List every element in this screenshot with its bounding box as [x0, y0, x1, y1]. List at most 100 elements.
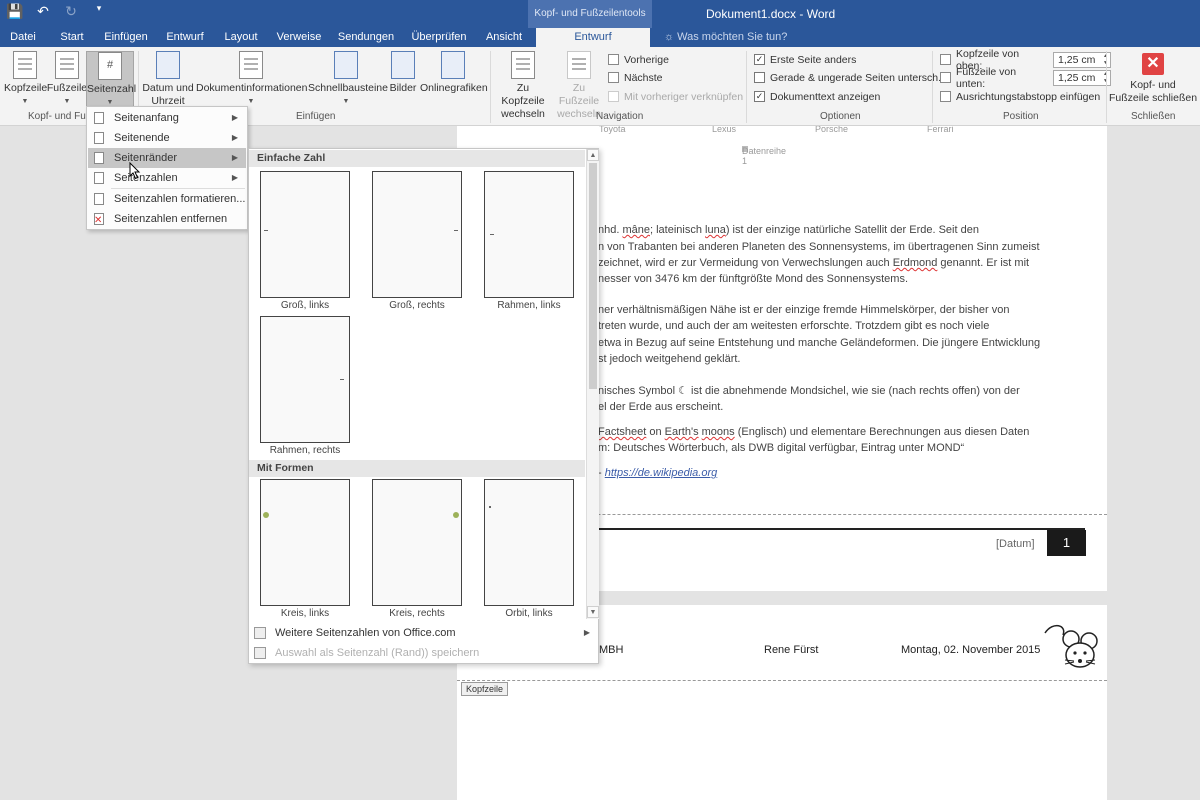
- group-label-optionen: Optionen: [820, 111, 861, 122]
- close-icon: ✕: [1142, 53, 1164, 75]
- gallery-thumb-gross-links[interactable]: Groß, links: [260, 171, 350, 311]
- checkbox-checked[interactable]: ✓: [754, 91, 765, 102]
- tell-me-search[interactable]: ☼ Was möchten Sie tun?: [664, 28, 787, 47]
- tab-ansicht[interactable]: Ansicht: [478, 28, 530, 47]
- chart-category-label: Toyota: [599, 126, 626, 134]
- remove-icon: [94, 211, 104, 231]
- thumb-preview: [260, 479, 350, 606]
- body-line: ner verhältnismäßigen Nähe ist er der ei…: [598, 304, 1010, 316]
- lightbulb-icon: ☼: [664, 31, 678, 43]
- tabstopp-button[interactable]: Ausrichtungstabstopp einfügen: [940, 88, 1100, 105]
- link-icon: [608, 91, 619, 102]
- group-separator: [490, 51, 491, 123]
- gallery-scrollbar[interactable]: ▲ ▼: [586, 149, 599, 619]
- seitenraender-gallery: Einfache Zahl Groß, links Groß, rechts R…: [248, 148, 599, 664]
- fusszeile-button[interactable]: Fußzeile ▼: [46, 51, 88, 108]
- document-info-icon: [239, 51, 263, 79]
- kopfzeile-tag: Kopfzeile: [461, 682, 509, 696]
- header-company[interactable]: MBH: [599, 644, 623, 656]
- scroll-down-icon[interactable]: ▼: [587, 606, 599, 618]
- context-tools-label: Kopf- und Fußzeilentools: [528, 0, 652, 28]
- onlinegrafiken-button[interactable]: Onlinegrafiken: [420, 51, 488, 95]
- tab-datei[interactable]: Datei: [4, 28, 42, 47]
- group-label-einfuegen: Einfügen: [296, 111, 336, 122]
- header-date[interactable]: Montag, 02. November 2015: [901, 644, 1040, 656]
- gallery-thumb-rahmen-links[interactable]: Rahmen, links: [484, 171, 574, 311]
- gallery-thumb-rahmen-rechts[interactable]: Rahmen, rechts: [260, 316, 350, 456]
- body-line: m: Deutsches Wörterbuch, als DWB digital…: [598, 442, 965, 454]
- undo-icon[interactable]: ↶: [34, 3, 52, 20]
- calendar-icon: [156, 51, 180, 79]
- number-mark: [264, 230, 268, 231]
- gallery-thumb-kreis-rechts[interactable]: Kreis, rechts: [372, 479, 462, 619]
- kopfzeile-von-oben-input[interactable]: 1,25 cm: [1053, 51, 1111, 68]
- kopfzeile-button[interactable]: Kopfzeile ▼: [4, 51, 47, 108]
- gallery-thumb-gross-rechts[interactable]: Groß, rechts: [372, 171, 462, 311]
- save-selection-item[interactable]: Auswahl als Seitenzahl (Rand)) speichern: [249, 643, 598, 663]
- checkbox-unchecked[interactable]: [754, 72, 765, 83]
- header-author[interactable]: Rene Fürst: [764, 644, 818, 656]
- dokumentinformationen-button[interactable]: Dokumentinformationen ▼: [196, 51, 307, 108]
- redo-icon[interactable]: ↻: [62, 3, 80, 20]
- footer-icon: [55, 51, 79, 79]
- menu-item-formatieren[interactable]: Seitenzahlen formatieren...: [88, 189, 246, 209]
- menu-item-seitenanfang[interactable]: Seitenanfang ▶: [88, 108, 246, 128]
- thumb-preview: [484, 171, 574, 298]
- body-line: - https://de.wikipedia.org: [598, 467, 718, 479]
- scroll-up-icon[interactable]: ▲: [587, 149, 599, 161]
- verknuepfen-button[interactable]: Mit vorheriger verknüpfen: [608, 88, 743, 105]
- body-line: nhd. mâne; lateinisch luna) ist der einz…: [598, 224, 979, 236]
- current-position-icon: [94, 172, 104, 184]
- schnellbausteine-button[interactable]: Schnellbausteine ▼: [308, 51, 388, 108]
- more-page-numbers-item[interactable]: Weitere Seitenzahlen von Office.com ▶: [249, 623, 598, 643]
- option-dokumenttext[interactable]: ✓ Dokumenttext anzeigen: [754, 88, 880, 105]
- page-margin-icon: [94, 152, 104, 164]
- vorherige-button[interactable]: Vorherige: [608, 51, 669, 68]
- group-separator: [1106, 51, 1107, 123]
- gallery-section-header: Einfache Zahl: [249, 150, 585, 167]
- tab-entwurf[interactable]: Entwurf: [160, 28, 210, 47]
- option-gerade-ungerade[interactable]: Gerade & ungerade Seiten untersch.: [754, 69, 941, 86]
- header-icon: [13, 51, 37, 79]
- fusszeile-von-unten-input[interactable]: 1,25 cm: [1053, 69, 1111, 86]
- tab-sendungen[interactable]: Sendungen: [334, 28, 398, 47]
- group-separator: [746, 51, 747, 123]
- menu-item-seitenende[interactable]: Seitenende ▶: [88, 128, 246, 148]
- datum-uhrzeit-button[interactable]: Datum und Uhrzeit: [142, 51, 194, 108]
- option-erste-seite[interactable]: ✓ Erste Seite anders: [754, 51, 856, 68]
- tab-einfuegen[interactable]: Einfügen: [98, 28, 154, 47]
- tab-start[interactable]: Start: [50, 28, 94, 47]
- thumb-label: Kreis, links: [280, 608, 330, 619]
- zu-kopfzeile-button[interactable]: Zu Kopfzeile wechseln: [494, 51, 552, 121]
- naechste-button[interactable]: Nächste: [608, 69, 663, 86]
- gallery-thumb-kreis-links[interactable]: Kreis, links: [260, 479, 350, 619]
- office-com-icon: [254, 627, 266, 639]
- menu-item-entfernen[interactable]: Seitenzahlen entfernen: [88, 209, 246, 231]
- menu-item-seitenraender[interactable]: Seitenränder ▶: [88, 148, 246, 168]
- wikipedia-link[interactable]: https://de.wikipedia.org: [605, 467, 718, 479]
- tab-layout[interactable]: Layout: [216, 28, 266, 47]
- bilder-button[interactable]: Bilder: [388, 51, 418, 95]
- tab-ueberpruefen[interactable]: Überprüfen: [404, 28, 474, 47]
- page-number-box[interactable]: 1: [1047, 530, 1086, 556]
- scrollbar-thumb[interactable]: [589, 163, 597, 389]
- gallery-thumb-orbit-links[interactable]: Orbit, links: [484, 479, 574, 619]
- tab-verweise[interactable]: Verweise: [270, 28, 328, 47]
- thumb-preview: [372, 479, 462, 606]
- group-label-schliessen: Schließen: [1131, 111, 1176, 122]
- menu-item-seitenzahlen[interactable]: Seitenzahlen ▶: [88, 168, 246, 188]
- number-mark: [454, 230, 458, 231]
- tab-hf-entwurf[interactable]: Entwurf: [536, 28, 650, 47]
- seitenzahl-button[interactable]: # Seitenzahl ▼: [86, 51, 136, 109]
- thumb-label: Groß, links: [280, 300, 330, 311]
- save-icon[interactable]: 💾: [6, 3, 24, 20]
- thumb-label: Rahmen, links: [497, 300, 561, 311]
- chart-category-label: Ferrari: [927, 126, 954, 134]
- footer-date-placeholder[interactable]: [Datum]: [996, 538, 1035, 550]
- number-mark: [340, 379, 344, 380]
- checkbox-checked[interactable]: ✓: [754, 54, 765, 65]
- page-top-icon: [94, 112, 104, 124]
- customize-icon[interactable]: ▾: [90, 3, 108, 20]
- online-pictures-icon: [441, 51, 465, 79]
- close-header-footer-button[interactable]: ✕ Kopf- und Fußzeile schließen: [1108, 51, 1198, 105]
